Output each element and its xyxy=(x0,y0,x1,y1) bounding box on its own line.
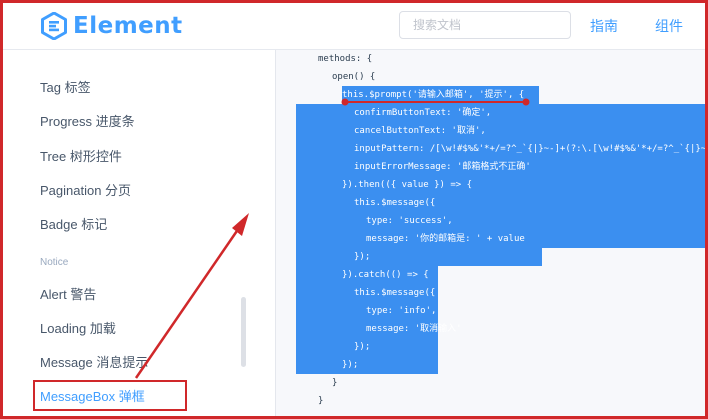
sidebar-item-tree[interactable]: Tree 树形控件 xyxy=(40,146,122,165)
sidebar-item-badge[interactable]: Badge 标记 xyxy=(40,214,107,233)
code-line: cancelButtonText: '取消', xyxy=(354,126,486,136)
sidebar-item-alert[interactable]: Alert 警告 xyxy=(40,284,96,303)
sidebar: Tag 标签 Progress 进度条 Tree 树形控件 Pagination… xyxy=(3,50,273,416)
annotation-box xyxy=(33,380,187,411)
site-logo[interactable]: Element xyxy=(41,11,183,41)
code-line: }).catch(() => { xyxy=(342,270,429,280)
nav-components-link[interactable]: 组件 xyxy=(655,16,683,36)
sidebar-group-notice: Notice xyxy=(40,257,69,268)
code-line: }).then(({ value }) => { xyxy=(342,180,473,190)
code-line: } xyxy=(332,378,338,388)
code-line: inputErrorMessage: '邮箱格式不正确' xyxy=(354,162,531,172)
code-line: message: '你的邮箱是: ' + value xyxy=(366,234,525,244)
sidebar-item-pagination[interactable]: Pagination 分页 xyxy=(40,180,131,199)
code-line: message: '取消输入' xyxy=(366,324,462,334)
code-line: this.$message({ xyxy=(354,288,436,298)
code-line: type: 'info', xyxy=(366,306,437,316)
code-line: }); xyxy=(342,360,359,370)
element-logo-icon xyxy=(41,12,67,40)
code-line: this.$prompt('请输入邮箱', '提示', { xyxy=(342,90,525,100)
screenshot-frame: Element 指南 组件 Tag 标签 Progress 进度条 Tree 树… xyxy=(0,0,708,419)
sidebar-scrollbar[interactable] xyxy=(241,297,246,367)
code-line: }); xyxy=(354,252,371,262)
code-line: confirmButtonText: '确定', xyxy=(354,108,492,118)
sidebar-item-loading[interactable]: Loading 加载 xyxy=(40,318,116,337)
logo-text: Element xyxy=(73,13,183,39)
code-line: }); xyxy=(354,342,371,352)
code-line: this.$message({ xyxy=(354,198,436,208)
nav-guide-link[interactable]: 指南 xyxy=(590,16,618,36)
search-input[interactable] xyxy=(399,11,571,39)
code-line: } xyxy=(318,396,324,406)
code-line: open() { xyxy=(332,72,376,82)
selection-highlight xyxy=(296,248,542,266)
code-line: type: 'success', xyxy=(366,216,453,226)
sidebar-item-message[interactable]: Message 消息提示 xyxy=(40,352,148,371)
code-line: inputPattern: /[\w!#$%&'*+/=?^_`{|}~-]+(… xyxy=(354,144,706,154)
sidebar-item-tag[interactable]: Tag 标签 xyxy=(40,77,91,96)
code-line: methods: { xyxy=(318,54,373,64)
top-header: Element 指南 组件 xyxy=(3,3,705,50)
code-block: methods: { open() { this.$prompt('请输入邮箱'… xyxy=(275,50,706,416)
sidebar-item-progress[interactable]: Progress 进度条 xyxy=(40,111,135,130)
